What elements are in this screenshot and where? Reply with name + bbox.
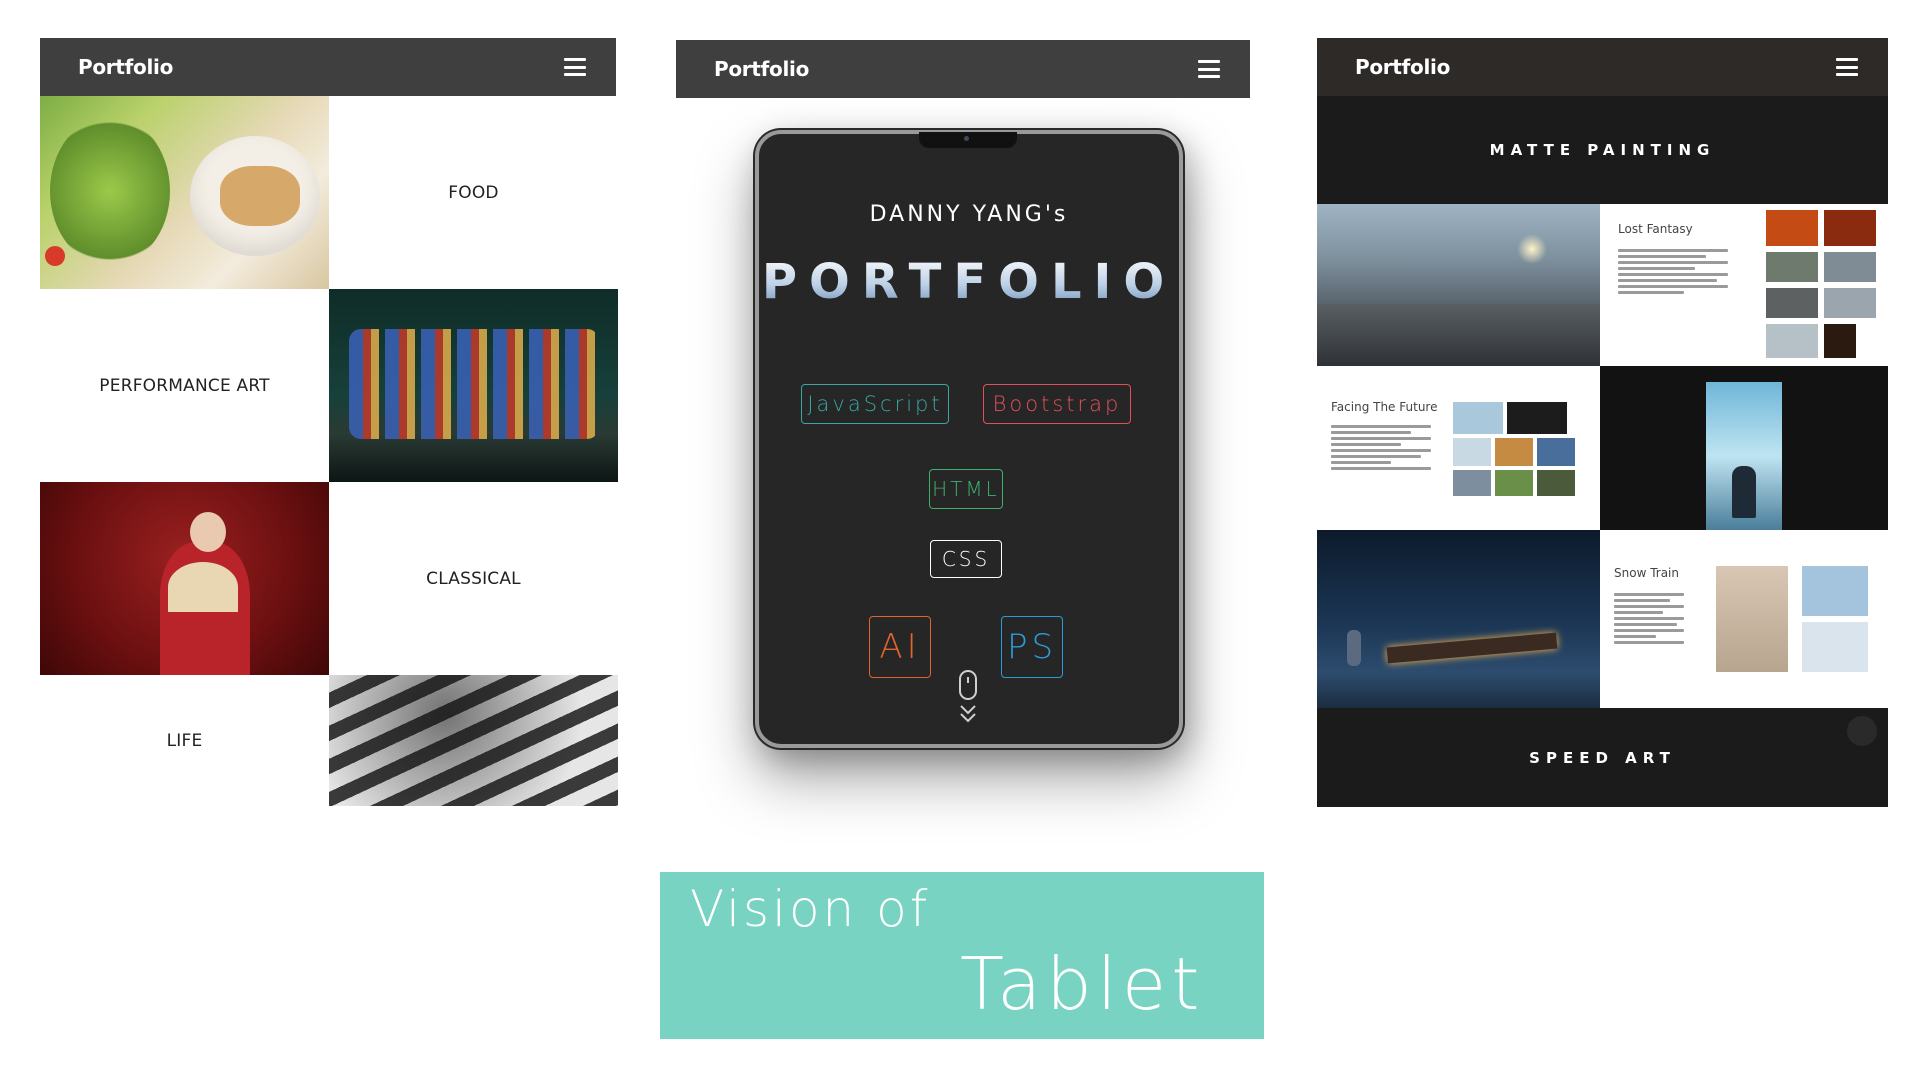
thumb xyxy=(1824,252,1876,282)
facing-future-card[interactable]: Facing The Future xyxy=(1317,366,1600,530)
scroll-top-icon[interactable] xyxy=(1847,716,1877,746)
skill-javascript[interactable]: JavaScript xyxy=(801,384,949,424)
speed-art-heading: SPEED ART xyxy=(1317,708,1888,807)
scroll-wheel xyxy=(967,677,969,683)
thumb xyxy=(1824,210,1876,246)
caption-line-2: Tablet xyxy=(960,942,1205,1026)
description-text xyxy=(1331,422,1431,473)
thumb xyxy=(1802,622,1868,672)
description-text xyxy=(1614,590,1684,647)
portfolio-title: PORTFOLIO xyxy=(759,254,1179,310)
matte-painting-heading: MATTE PAINTING xyxy=(1317,96,1888,204)
skill-bootstrap[interactable]: Bootstrap xyxy=(983,384,1131,424)
ruins-shape xyxy=(1317,304,1600,366)
chevron-down-icon xyxy=(960,705,976,723)
brand-logo[interactable]: Portfolio xyxy=(78,55,173,79)
thumb xyxy=(1824,324,1856,358)
caption-banner: Vision of Tablet xyxy=(660,872,1264,1039)
thumb xyxy=(1537,438,1575,466)
tomato-shape xyxy=(45,246,65,266)
skill-ps[interactable]: PS xyxy=(1001,616,1063,678)
thumb xyxy=(1766,210,1818,246)
brand-logo[interactable]: Portfolio xyxy=(714,57,809,81)
figure-shape xyxy=(1732,466,1756,518)
figure-shape xyxy=(1347,630,1361,666)
thumb xyxy=(1453,470,1491,496)
navbar: Portfolio xyxy=(1317,38,1888,96)
category-classical[interactable]: CLASSICAL xyxy=(329,482,618,675)
thumb xyxy=(1766,288,1818,318)
thumb xyxy=(1824,288,1876,318)
thumb xyxy=(1507,402,1567,434)
lost-fantasy-image[interactable] xyxy=(1317,204,1600,366)
thumb xyxy=(1453,402,1503,434)
hamburger-menu-icon[interactable] xyxy=(1198,60,1220,78)
camera-icon xyxy=(964,136,969,141)
category-performance-art[interactable]: PERFORMANCE ART xyxy=(40,289,329,482)
crowd-shape xyxy=(329,675,618,806)
thumb xyxy=(1716,566,1788,672)
face-shape xyxy=(190,512,226,552)
thumb xyxy=(1802,566,1868,616)
description-text xyxy=(1618,246,1728,297)
facing-future-image[interactable] xyxy=(1600,366,1888,530)
mouse-scroll-icon xyxy=(959,670,977,700)
thumb xyxy=(1453,438,1491,466)
portfolio-subtitle: DANNY YANG's xyxy=(869,202,1069,227)
snow-train-card[interactable]: Snow Train xyxy=(1600,530,1888,708)
navbar: Portfolio xyxy=(40,38,616,96)
life-photo[interactable] xyxy=(329,675,618,806)
thumb xyxy=(1495,438,1533,466)
dancers-shape xyxy=(349,329,599,439)
skill-ai[interactable]: AI xyxy=(869,616,931,678)
skill-css[interactable]: CSS xyxy=(930,540,1002,578)
work-title: Facing The Future xyxy=(1331,400,1438,414)
classical-photo[interactable] xyxy=(40,482,329,675)
work-title: Lost Fantasy xyxy=(1618,222,1693,236)
fan-shape xyxy=(168,562,238,612)
tablet-device: DANNY YANG's PORTFOLIO JavaScript Bootst… xyxy=(755,130,1183,748)
train-shape xyxy=(1386,632,1558,664)
category-label: FOOD xyxy=(448,182,499,203)
thumb xyxy=(1537,470,1575,496)
lettuce-shape xyxy=(50,116,170,266)
thumb xyxy=(1495,470,1533,496)
lost-fantasy-card[interactable]: Lost Fantasy xyxy=(1600,204,1888,366)
category-label: PERFORMANCE ART xyxy=(99,375,270,396)
work-title: Snow Train xyxy=(1614,566,1679,580)
brand-logo[interactable]: Portfolio xyxy=(1355,55,1450,79)
skill-html[interactable]: HTML xyxy=(929,469,1003,509)
category-label: CLASSICAL xyxy=(426,568,521,589)
thumb xyxy=(1766,252,1818,282)
hamburger-menu-icon[interactable] xyxy=(564,58,586,76)
caption-line-1: Vision of xyxy=(690,880,931,938)
performance-photo[interactable] xyxy=(329,289,618,482)
croutons-shape xyxy=(220,166,300,226)
navbar: Portfolio xyxy=(676,40,1250,98)
light-shape xyxy=(1517,234,1547,264)
snow-train-image[interactable] xyxy=(1317,530,1600,708)
hamburger-menu-icon[interactable] xyxy=(1836,58,1858,76)
category-food[interactable]: FOOD xyxy=(329,96,618,289)
category-label: LIFE xyxy=(166,730,203,751)
food-photo[interactable] xyxy=(40,96,329,289)
thumb xyxy=(1766,324,1818,358)
category-life[interactable]: LIFE xyxy=(40,675,329,806)
